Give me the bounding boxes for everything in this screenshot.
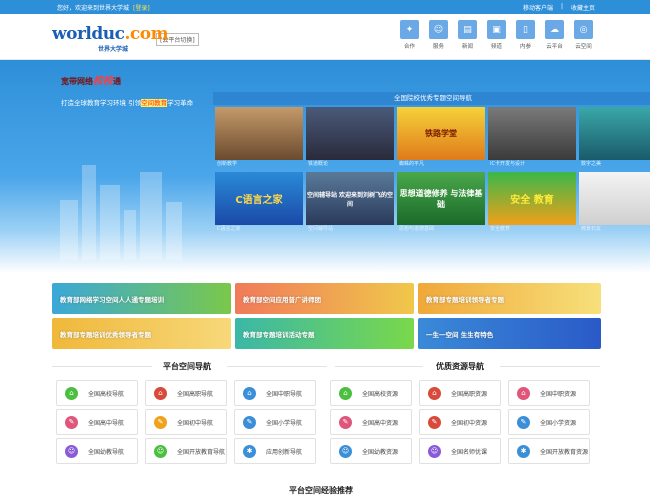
nav-cooperation[interactable]: ✦ 合作 (398, 20, 421, 50)
promo-banner[interactable]: 一生一空间 生生有特色 (418, 318, 601, 349)
promo-banner[interactable]: 教育部空间应用普广讲师团 (235, 283, 414, 314)
document-icon: ▯ (516, 20, 535, 39)
open-education-icon: ☺ (154, 444, 167, 458)
college-icon: ⌂ (65, 386, 78, 400)
promo-banner[interactable]: 教育部专题培训优秀领导者专题 (52, 318, 231, 349)
news-icon: ▤ (458, 20, 477, 39)
open-education-resource-icon: ✱ (517, 444, 530, 458)
college-resource-icon: ⌂ (339, 386, 352, 400)
divider: | (560, 2, 563, 10)
res-box-middle[interactable]: ✎ 全国初中资源 (419, 409, 501, 435)
section-divider (500, 366, 600, 367)
primary-school-resource-icon: ✎ (517, 415, 530, 429)
teacher-icon: ☺ (428, 444, 441, 458)
header-nav: ✦ 合作 ☺ 服务 ▤ 新闻 ▣ 频道 ▯ 内参 ☁ 云平台 ◎ 云空间 (398, 20, 595, 50)
middle-school-resource-icon: ✎ (428, 415, 441, 429)
vocational-resource-icon: ⌂ (428, 386, 441, 400)
promo-banner[interactable]: 教育部网络学习空间人人通专题培训 (52, 283, 231, 314)
cloud-icon: ☁ (545, 20, 564, 39)
primary-school-icon: ✎ (243, 415, 256, 429)
mobile-client-link[interactable]: 移动客户端 (523, 3, 553, 12)
showcase-tile[interactable]: 铁路学堂 蜘蛛的平凡 (397, 107, 485, 169)
showcase-tile[interactable]: 数字之美 (579, 107, 650, 169)
welcome-text: 您好，欢迎来到世界大学城 (57, 4, 130, 12)
showcase-tile[interactable]: 思想道德修养 与法律基础 思想与道德基础 (397, 172, 485, 234)
nav-box-innovation[interactable]: ✱ 应用创新导航 (234, 438, 316, 464)
high-school-icon: ✎ (65, 415, 78, 429)
header: worlduc.com 世界大学城 [云平台切换] ✦ 合作 ☺ 服务 ▤ 新闻 ▣ 频… (0, 14, 650, 60)
login-link[interactable]: [登录] (133, 3, 150, 12)
res-box-open-education[interactable]: ✱ 全国开放教育资源 (508, 438, 590, 464)
secondary-resource-icon: ⌂ (517, 386, 530, 400)
favorite-link[interactable]: 收藏主页 (571, 3, 595, 12)
nav-box-middle[interactable]: ✎ 全国初中导航 (145, 409, 227, 435)
high-school-resource-icon: ✎ (339, 415, 352, 429)
showcase-tile[interactable]: 安全 教育 安全教育 (488, 172, 576, 234)
nav-box-secondary[interactable]: ⌂ 全国中职导航 (234, 380, 316, 406)
topic-showcase: 全国院校优秀专题空间导航 创新教学 铁道概论 铁路学堂 蜘蛛的平凡 IC卡开发与设… (213, 92, 650, 273)
kindergarten-icon: ☺ (65, 444, 78, 458)
top-bar: 您好，欢迎来到世界大学城 [登录] 移动客户端 | 收藏主页 (0, 0, 650, 14)
nav-channel[interactable]: ▣ 频道 (485, 20, 508, 50)
space-icon: ◎ (574, 20, 593, 39)
showcase-tile[interactable]: 创新教学 (215, 107, 303, 169)
nav-box-high[interactable]: ✎ 全国高中导航 (56, 409, 138, 435)
city-skyline (60, 150, 200, 260)
section-divider (52, 366, 152, 367)
kindergarten-resource-icon: ☺ (339, 444, 352, 458)
logo[interactable]: worlduc.com 世界大学城 (52, 22, 169, 53)
res-box-famous-teacher[interactable]: ☺ 全国名师优课 (419, 438, 501, 464)
hero-banner: 宽带网络校校通 打造全球教育学习环境 引领空间教育学习革命 全国院校优秀专题空间… (0, 60, 650, 273)
innovation-icon: ✱ (243, 444, 256, 458)
secondary-icon: ⌂ (243, 386, 256, 400)
banner-subslogan: 打造全球教育学习环境 引领空间教育学习革命 (61, 99, 194, 107)
nav-news[interactable]: ▤ 新闻 (456, 20, 479, 50)
showcase-caption: 全国院校优秀专题空间导航 (213, 92, 650, 105)
channel-icon: ▣ (487, 20, 506, 39)
nav-box-college[interactable]: ⌂ 全国高校导航 (56, 380, 138, 406)
logo-cn-text: 世界大学城 (98, 45, 129, 53)
nav-internal[interactable]: ▯ 内参 (514, 20, 537, 50)
experience-title: 平台空间经验推荐 (289, 486, 353, 495)
nav-service[interactable]: ☺ 服务 (427, 20, 450, 50)
platform-nav-title: 平台空间导航 (163, 362, 211, 371)
res-box-high[interactable]: ✎ 全国高中资源 (330, 409, 412, 435)
nav-box-primary[interactable]: ✎ 全国小学导航 (234, 409, 316, 435)
user-icon: ☺ (429, 20, 448, 39)
nav-box-open-education[interactable]: ☺ 全国开放教育导航 (145, 438, 227, 464)
nav-cloud-space[interactable]: ◎ 云空间 (572, 20, 595, 50)
res-box-college[interactable]: ⌂ 全国高校资源 (330, 380, 412, 406)
banner-slogan: 宽带网络校校通 (61, 76, 121, 87)
vocational-icon: ⌂ (154, 386, 167, 400)
middle-school-icon: ✎ (154, 415, 167, 429)
nav-box-kindergarten[interactable]: ☺ 全国幼教导航 (56, 438, 138, 464)
resource-nav-title: 优质资源导航 (436, 362, 484, 371)
showcase-tile[interactable]: 铁道概论 (306, 107, 394, 169)
handshake-icon: ✦ (400, 20, 419, 39)
nav-box-vocational[interactable]: ⌂ 全国高职导航 (145, 380, 227, 406)
promo-banner[interactable]: 教育部专题培训活动专题 (235, 318, 414, 349)
promo-banner[interactable]: 教育部专题培训领导者专题 (418, 283, 601, 314)
showcase-tile[interactable]: C语言之家 C语言之家 (215, 172, 303, 234)
nav-cloud-platform[interactable]: ☁ 云平台 (543, 20, 566, 50)
res-box-kindergarten[interactable]: ☺ 全国幼教资源 (330, 438, 412, 464)
res-box-primary[interactable]: ✎ 全国小学资源 (508, 409, 590, 435)
res-box-secondary[interactable]: ⌂ 全国中职资源 (508, 380, 590, 406)
section-divider (335, 366, 423, 367)
showcase-tile[interactable]: 空间辅导站 欢迎来到刘树飞的空间 空间辅导站 (306, 172, 394, 234)
showcase-tile[interactable]: 微景石友 (579, 172, 650, 234)
section-divider (227, 366, 327, 367)
res-box-vocational[interactable]: ⌂ 全国高职资源 (419, 380, 501, 406)
showcase-tile[interactable]: IC卡开发与设计 (488, 107, 576, 169)
